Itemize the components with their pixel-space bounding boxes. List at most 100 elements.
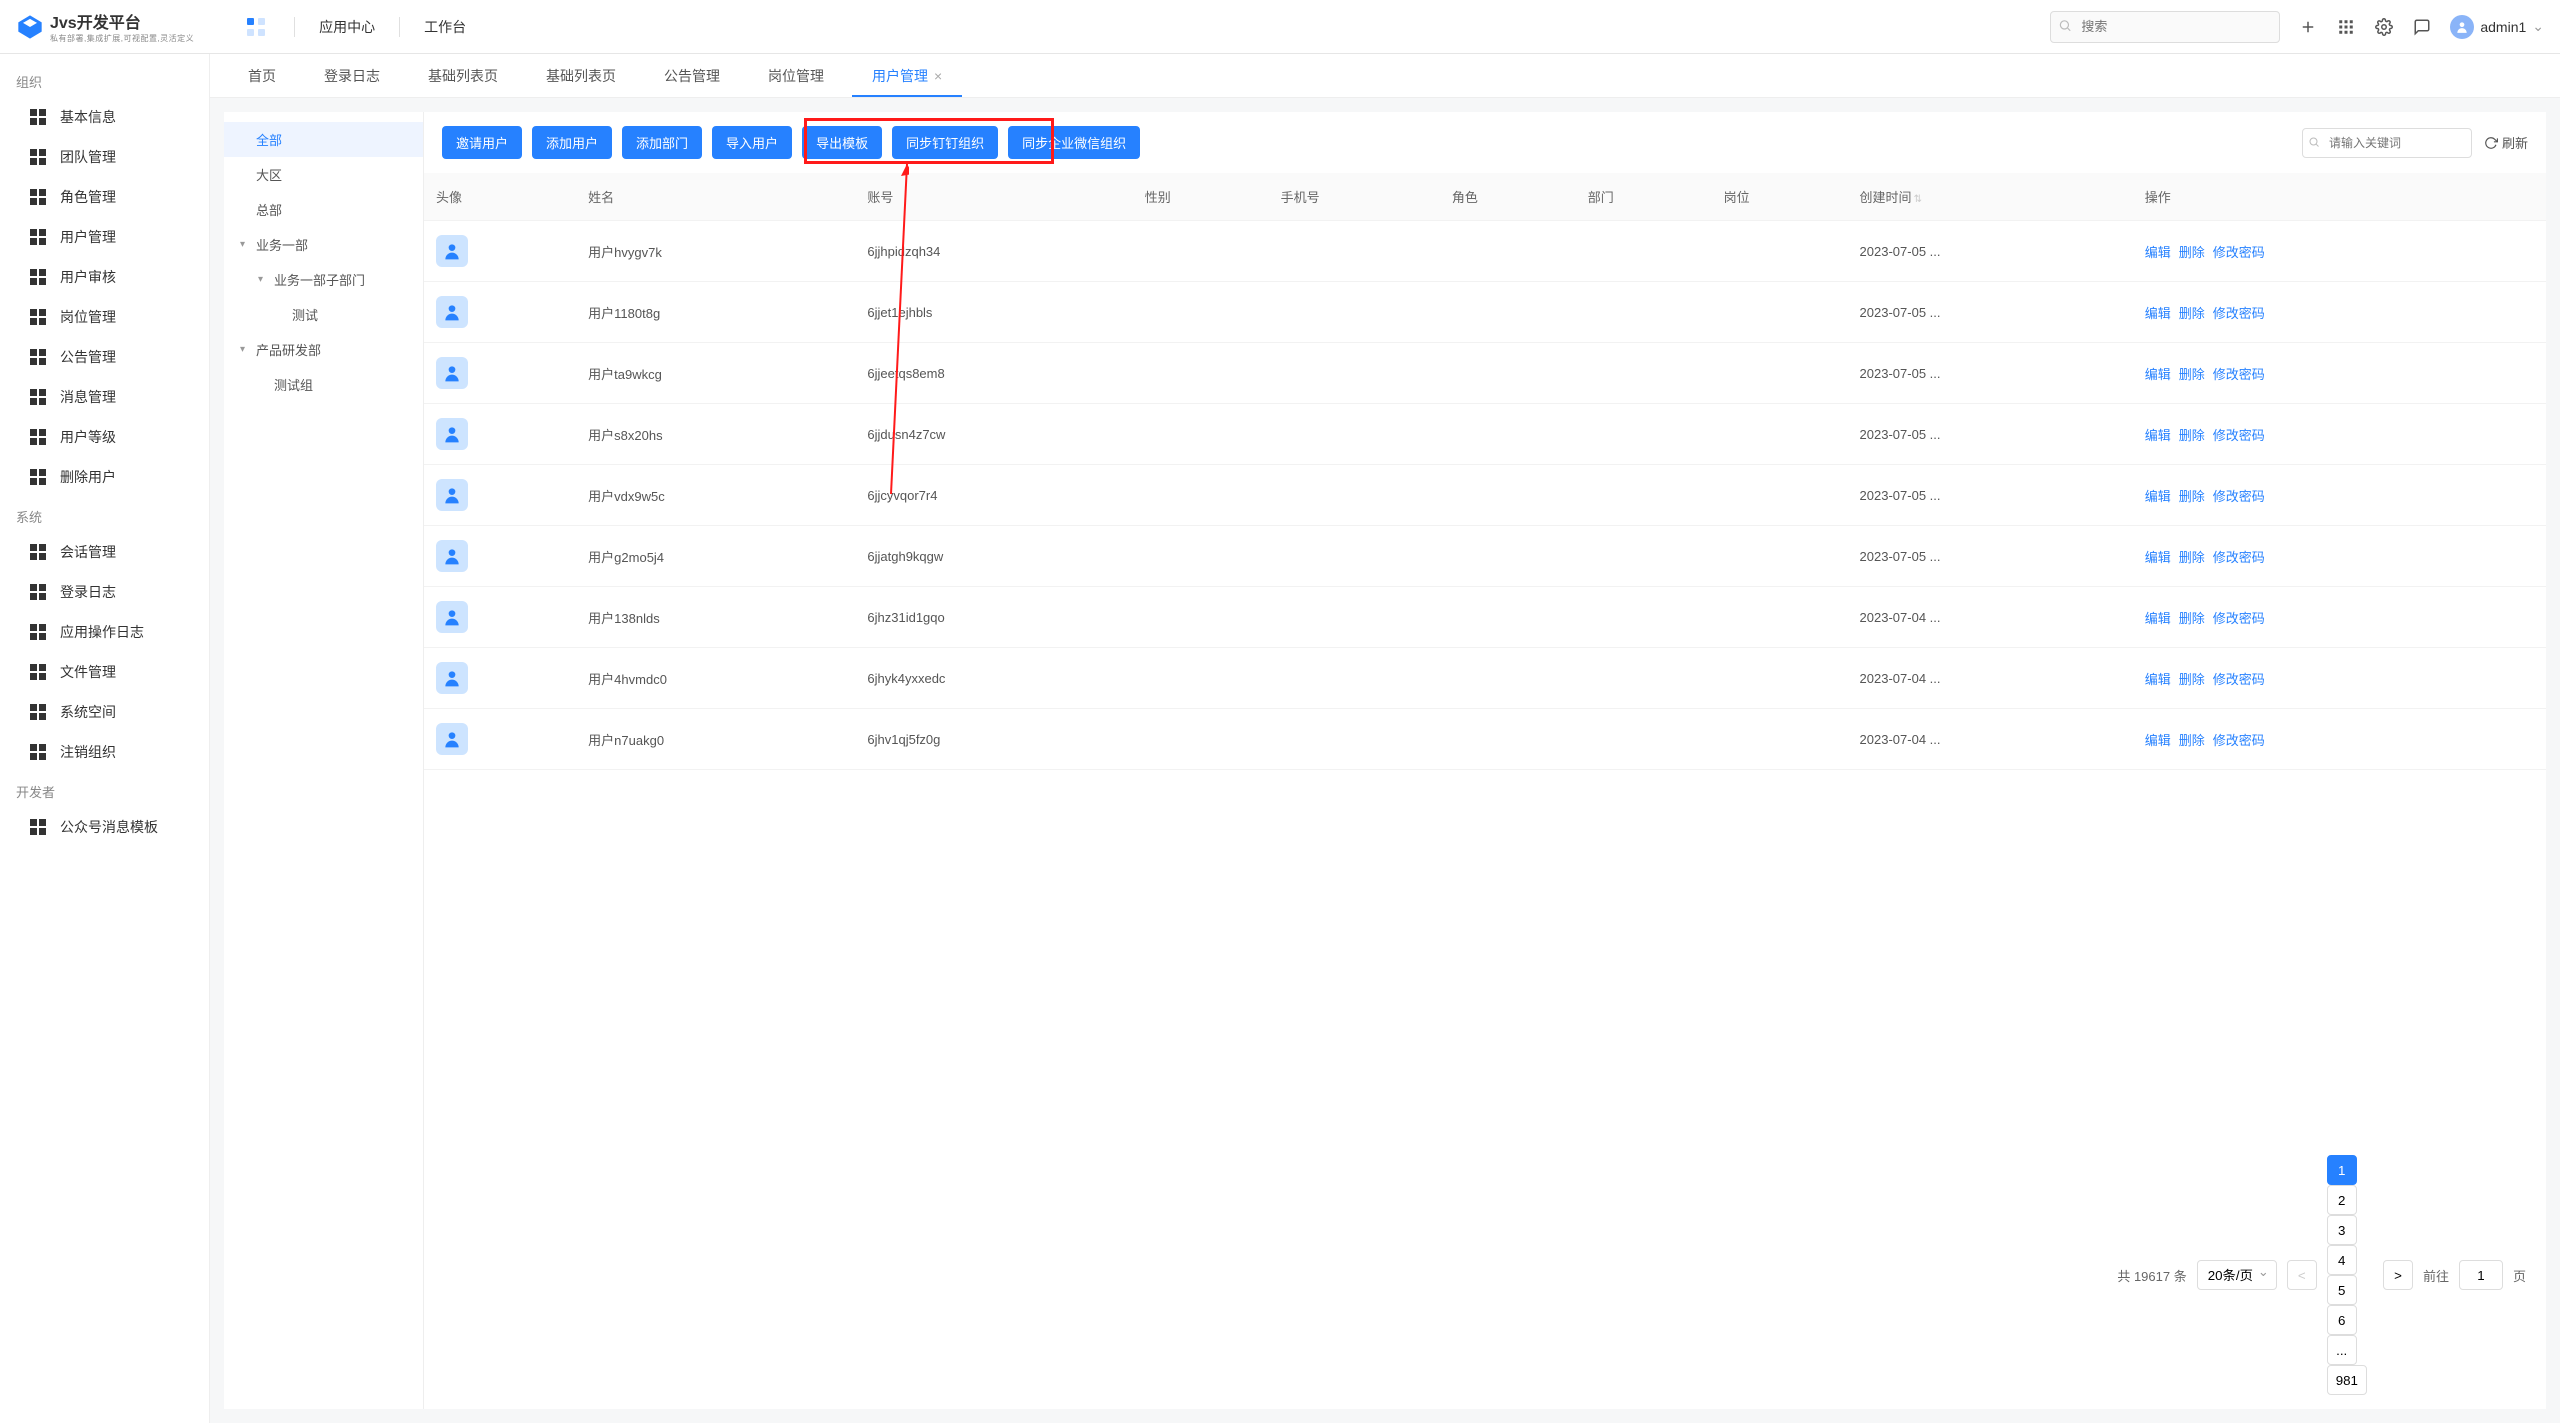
reset-password-link[interactable]: 修改密码 [2213,367,2265,382]
action-button[interactable]: 导出模板 [802,126,882,159]
page-size-select[interactable]: 20条/页 [2197,1260,2277,1290]
tree-node[interactable]: 大区 [224,157,423,192]
tab[interactable]: 岗位管理 [748,56,844,96]
edit-link[interactable]: 编辑 [2145,611,2171,626]
page-number-button[interactable]: 5 [2327,1275,2357,1305]
tab[interactable]: 基础列表页 [408,56,518,96]
page-number-button[interactable]: 2 [2327,1185,2357,1215]
sidebar-item[interactable]: 角色管理 [0,177,209,217]
sidebar-item[interactable]: 登录日志 [0,572,209,612]
sidebar-item[interactable]: 消息管理 [0,377,209,417]
column-header[interactable]: 姓名 [576,173,855,221]
page-number-button[interactable]: 4 [2327,1245,2357,1275]
column-header[interactable]: 角色 [1440,173,1576,221]
tree-node[interactable]: 总部 [224,192,423,227]
page-number-button[interactable]: 1 [2327,1155,2357,1185]
edit-link[interactable]: 编辑 [2145,245,2171,260]
close-icon[interactable]: × [934,68,942,84]
tab[interactable]: 基础列表页 [526,56,636,96]
table-row[interactable]: 用户s8x20hs6jjdusn4z7cw2023-07-05 ...编辑删除修… [424,404,2546,465]
reset-password-link[interactable]: 修改密码 [2213,733,2265,748]
nav-workbench[interactable]: 工作台 [416,17,474,37]
edit-link[interactable]: 编辑 [2145,489,2171,504]
tree-node[interactable]: 测试组 [224,367,423,402]
prev-page-button[interactable]: < [2287,1260,2317,1290]
column-header[interactable]: 部门 [1576,173,1712,221]
table-row[interactable]: 用户1180t8g6jjet1ejhbls2023-07-05 ...编辑删除修… [424,282,2546,343]
edit-link[interactable]: 编辑 [2145,733,2171,748]
reset-password-link[interactable]: 修改密码 [2213,428,2265,443]
delete-link[interactable]: 删除 [2179,611,2205,626]
sidebar-item[interactable]: 注销组织 [0,732,209,772]
tree-node[interactable]: 全部 [224,122,423,157]
sidebar-item[interactable]: 团队管理 [0,137,209,177]
action-button[interactable]: 添加部门 [622,126,702,159]
reset-password-link[interactable]: 修改密码 [2213,550,2265,565]
action-button[interactable]: 导入用户 [712,126,792,159]
sidebar-item[interactable]: 文件管理 [0,652,209,692]
column-header[interactable]: 头像 [424,173,576,221]
edit-link[interactable]: 编辑 [2145,428,2171,443]
reset-password-link[interactable]: 修改密码 [2213,306,2265,321]
delete-link[interactable]: 删除 [2179,367,2205,382]
search-input[interactable] [2050,11,2280,43]
tab[interactable]: 公告管理 [644,56,740,96]
action-button[interactable]: 添加用户 [532,126,612,159]
delete-link[interactable]: 删除 [2179,672,2205,687]
next-page-button[interactable]: > [2383,1260,2413,1290]
delete-link[interactable]: 删除 [2179,306,2205,321]
sidebar-item[interactable]: 用户等级 [0,417,209,457]
apps-grid-icon[interactable] [242,13,270,41]
column-header[interactable]: 性别 [1133,173,1269,221]
user-menu[interactable]: admin1 ⌄ [2450,15,2544,39]
sidebar-item[interactable]: 系统空间 [0,692,209,732]
keyword-input[interactable] [2302,128,2472,158]
sidebar-item[interactable]: 用户审核 [0,257,209,297]
logo[interactable]: Jvs开发平台 私有部署,集成扩展,可视配置,灵活定义 [16,9,194,44]
goto-page-input[interactable] [2459,1260,2503,1290]
table-row[interactable]: 用户vdx9w5c6jjcyvqor7r42023-07-05 ...编辑删除修… [424,465,2546,526]
column-header[interactable]: 创建时间⇅ [1848,173,2133,221]
refresh-button[interactable]: 刷新 [2484,133,2528,152]
sidebar-item[interactable]: 基本信息 [0,97,209,137]
edit-link[interactable]: 编辑 [2145,367,2171,382]
message-icon[interactable] [2412,17,2432,37]
reset-password-link[interactable]: 修改密码 [2213,245,2265,260]
action-button[interactable]: 邀请用户 [442,126,522,159]
nav-app-center[interactable]: 应用中心 [311,17,383,37]
tab[interactable]: 登录日志 [304,56,400,96]
reset-password-link[interactable]: 修改密码 [2213,672,2265,687]
sidebar-item[interactable]: 岗位管理 [0,297,209,337]
delete-link[interactable]: 删除 [2179,550,2205,565]
page-number-button[interactable]: 6 [2327,1305,2357,1335]
grid-icon[interactable] [2336,17,2356,37]
sidebar-item[interactable]: 公众号消息模板 [0,807,209,847]
tree-node[interactable]: ▾业务一部 [224,227,423,262]
tab[interactable]: 首页 [228,56,296,96]
sidebar-item[interactable]: 删除用户 [0,457,209,497]
tree-node[interactable]: ▾业务一部子部门 [224,262,423,297]
sidebar-item[interactable]: 会话管理 [0,532,209,572]
delete-link[interactable]: 删除 [2179,245,2205,260]
delete-link[interactable]: 删除 [2179,733,2205,748]
delete-link[interactable]: 删除 [2179,489,2205,504]
plus-icon[interactable] [2298,17,2318,37]
column-header[interactable]: 岗位 [1712,173,1848,221]
action-button[interactable]: 同步企业微信组织 [1008,126,1140,159]
reset-password-link[interactable]: 修改密码 [2213,489,2265,504]
sidebar-item[interactable]: 用户管理 [0,217,209,257]
tree-node[interactable]: 测试 [224,297,423,332]
delete-link[interactable]: 删除 [2179,428,2205,443]
reset-password-link[interactable]: 修改密码 [2213,611,2265,626]
table-row[interactable]: 用户hvygv7k6jjhpidzqh342023-07-05 ...编辑删除修… [424,221,2546,282]
page-number-button[interactable]: 981 [2327,1365,2367,1395]
column-header[interactable]: 手机号 [1269,173,1440,221]
page-number-button[interactable]: 3 [2327,1215,2357,1245]
tree-node[interactable]: ▾产品研发部 [224,332,423,367]
edit-link[interactable]: 编辑 [2145,306,2171,321]
tab[interactable]: 用户管理× [852,56,962,96]
table-row[interactable]: 用户138nlds6jhz31id1gqo2023-07-04 ...编辑删除修… [424,587,2546,648]
table-row[interactable]: 用户4hvmdc06jhyk4yxxedc2023-07-04 ...编辑删除修… [424,648,2546,709]
table-row[interactable]: 用户g2mo5j46jjatgh9kqgw2023-07-05 ...编辑删除修… [424,526,2546,587]
edit-link[interactable]: 编辑 [2145,550,2171,565]
